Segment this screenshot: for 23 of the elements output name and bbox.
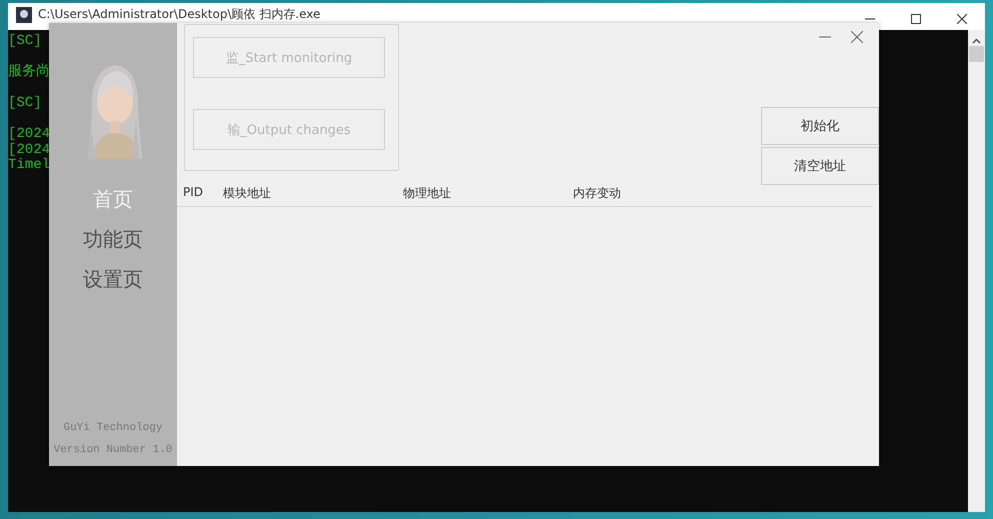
console-line: Timel [8, 157, 50, 173]
column-header: PID [183, 185, 204, 201]
console-line: 服务尚 [8, 64, 50, 80]
maximize-icon[interactable] [911, 14, 921, 24]
console-line: [SC] [8, 95, 42, 111]
window-title: C:\Users\Administrator\Desktop\顾依 扫内存.exe [38, 7, 320, 22]
footer-text: GuYi Technology [63, 422, 162, 434]
column-header: 物理地址 [403, 185, 452, 202]
close-icon[interactable] [957, 14, 967, 24]
console-line: [2024 [8, 142, 50, 158]
footer-text: Version Number 1.0 [54, 444, 172, 456]
console-line: [2024 [8, 126, 50, 142]
console-line: [SC] [8, 33, 42, 49]
nav-item[interactable]: 功能页 [83, 219, 143, 259]
column-header: 模块地址 [223, 185, 272, 202]
side-button[interactable]: 清空地址 [761, 146, 879, 186]
column-header: 内存变动 [573, 185, 622, 202]
scrollbar[interactable] [968, 30, 985, 512]
console-app-icon [16, 7, 32, 23]
side-button[interactable]: 初始化 [761, 106, 879, 145]
scroll-up-icon[interactable] [972, 38, 981, 44]
scroll-thumb[interactable] [969, 46, 984, 62]
nav-item[interactable]: 设置页 [83, 259, 143, 299]
